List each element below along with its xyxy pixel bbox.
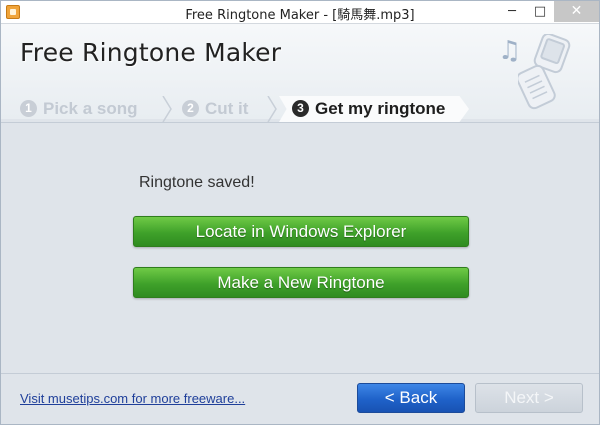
step-cut-it[interactable]: 2 Cut it	[182, 96, 248, 122]
app-title: Free Ringtone Maker	[20, 38, 282, 67]
maximize-button[interactable]: □	[526, 1, 554, 22]
chevron-right-icon	[267, 96, 277, 122]
step-get-my-ringtone[interactable]: 3 Get my ringtone	[292, 96, 445, 122]
footer-divider	[1, 373, 599, 374]
app-window: Free Ringtone Maker - [騎馬舞.mp3] ─ □ ✕ Fr…	[0, 0, 600, 425]
step-label: Pick a song	[43, 99, 138, 118]
title-bar[interactable]: Free Ringtone Maker - [騎馬舞.mp3] ─ □ ✕	[1, 1, 599, 24]
chevron-right-icon	[162, 96, 172, 122]
locate-in-explorer-button[interactable]: Locate in Windows Explorer	[133, 216, 469, 247]
freeware-link[interactable]: Visit musetips.com for more freeware...	[20, 391, 245, 406]
step-number: 2	[182, 100, 199, 117]
make-new-ringtone-button[interactable]: Make a New Ringtone	[133, 267, 469, 298]
close-button[interactable]: ✕	[554, 1, 599, 22]
main-content: Ringtone saved! Locate in Windows Explor…	[1, 123, 599, 363]
next-button[interactable]: Next >	[475, 383, 583, 413]
step-number: 1	[20, 100, 37, 117]
back-button[interactable]: < Back	[357, 383, 465, 413]
minimize-button[interactable]: ─	[498, 1, 526, 22]
status-message: Ringtone saved!	[139, 174, 255, 191]
header-banner: Free Ringtone Maker ♫ 1 Pick a song 2 Cu…	[1, 24, 599, 122]
step-pick-a-song[interactable]: 1 Pick a song	[20, 96, 137, 122]
step-label: Get my ringtone	[315, 99, 446, 118]
wizard-steps: 1 Pick a song 2 Cut it 3 Get my ringtone	[1, 96, 599, 122]
step-label: Cut it	[205, 99, 249, 118]
step-number: 3	[292, 100, 309, 117]
